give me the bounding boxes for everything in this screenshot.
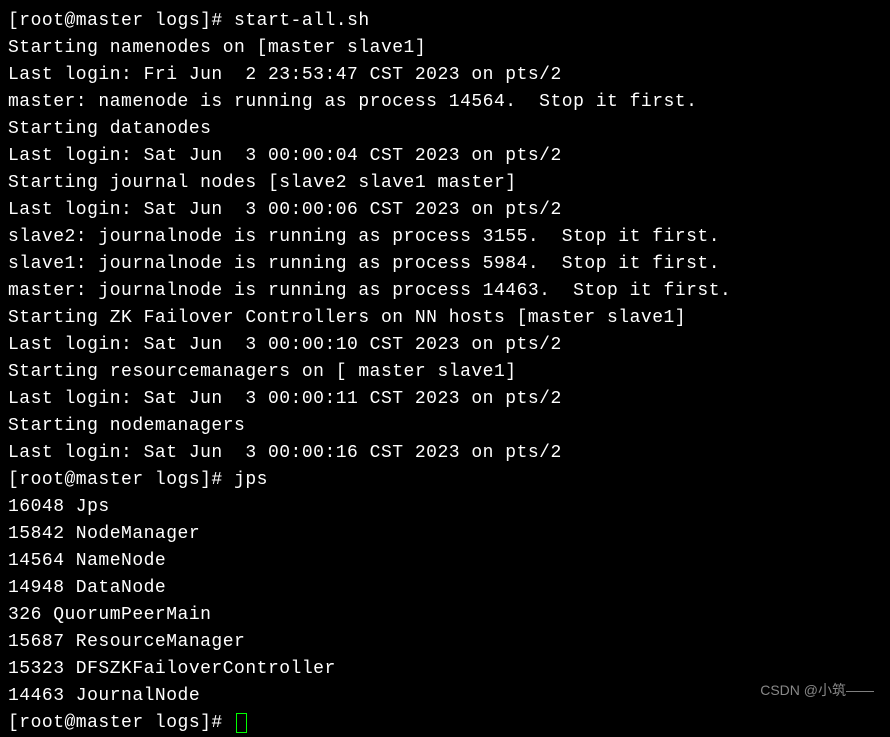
shell-prompt: [root@master logs]# [8, 11, 234, 31]
cursor-icon [236, 713, 247, 733]
terminal-line: slave1: journalnode is running as proces… [8, 251, 882, 278]
terminal-line: master: journalnode is running as proces… [8, 278, 882, 305]
terminal-line: 15687 ResourceManager [8, 629, 882, 656]
terminal-line: Last login: Sat Jun 3 00:00:16 CST 2023 … [8, 440, 882, 467]
terminal-line: 16048 Jps [8, 494, 882, 521]
terminal-line: 15323 DFSZKFailoverController [8, 656, 882, 683]
shell-command: start-all.sh [234, 11, 370, 31]
terminal-line: Starting resourcemanagers on [ master sl… [8, 359, 882, 386]
terminal-line: [root@master logs]# start-all.sh [8, 8, 882, 35]
shell-command: jps [234, 470, 268, 490]
terminal-line: Starting namenodes on [master slave1] [8, 35, 882, 62]
terminal-line: Last login: Sat Jun 3 00:00:11 CST 2023 … [8, 386, 882, 413]
terminal-line: Starting journal nodes [slave2 slave1 ma… [8, 170, 882, 197]
shell-prompt: [root@master logs]# [8, 470, 234, 490]
watermark-text: CSDN @小筑—— [760, 680, 874, 701]
terminal-line: 14564 NameNode [8, 548, 882, 575]
terminal-line: Last login: Sat Jun 3 00:00:06 CST 2023 … [8, 197, 882, 224]
terminal-line: Last login: Sat Jun 3 00:00:10 CST 2023 … [8, 332, 882, 359]
terminal-line: [root@master logs]# [8, 710, 882, 737]
terminal-line: 15842 NodeManager [8, 521, 882, 548]
terminal-line: slave2: journalnode is running as proces… [8, 224, 882, 251]
shell-prompt: [root@master logs]# [8, 713, 234, 733]
terminal-line: Last login: Sat Jun 3 00:00:04 CST 2023 … [8, 143, 882, 170]
terminal-line: [root@master logs]# jps [8, 467, 882, 494]
terminal-line: 14948 DataNode [8, 575, 882, 602]
terminal-line: Starting ZK Failover Controllers on NN h… [8, 305, 882, 332]
terminal-line: 326 QuorumPeerMain [8, 602, 882, 629]
terminal-line: Starting datanodes [8, 116, 882, 143]
terminal-line: Last login: Fri Jun 2 23:53:47 CST 2023 … [8, 62, 882, 89]
terminal-line: master: namenode is running as process 1… [8, 89, 882, 116]
terminal-line: Starting nodemanagers [8, 413, 882, 440]
terminal-output[interactable]: [root@master logs]# start-all.shStarting… [8, 8, 882, 737]
terminal-line: 14463 JournalNode [8, 683, 882, 710]
